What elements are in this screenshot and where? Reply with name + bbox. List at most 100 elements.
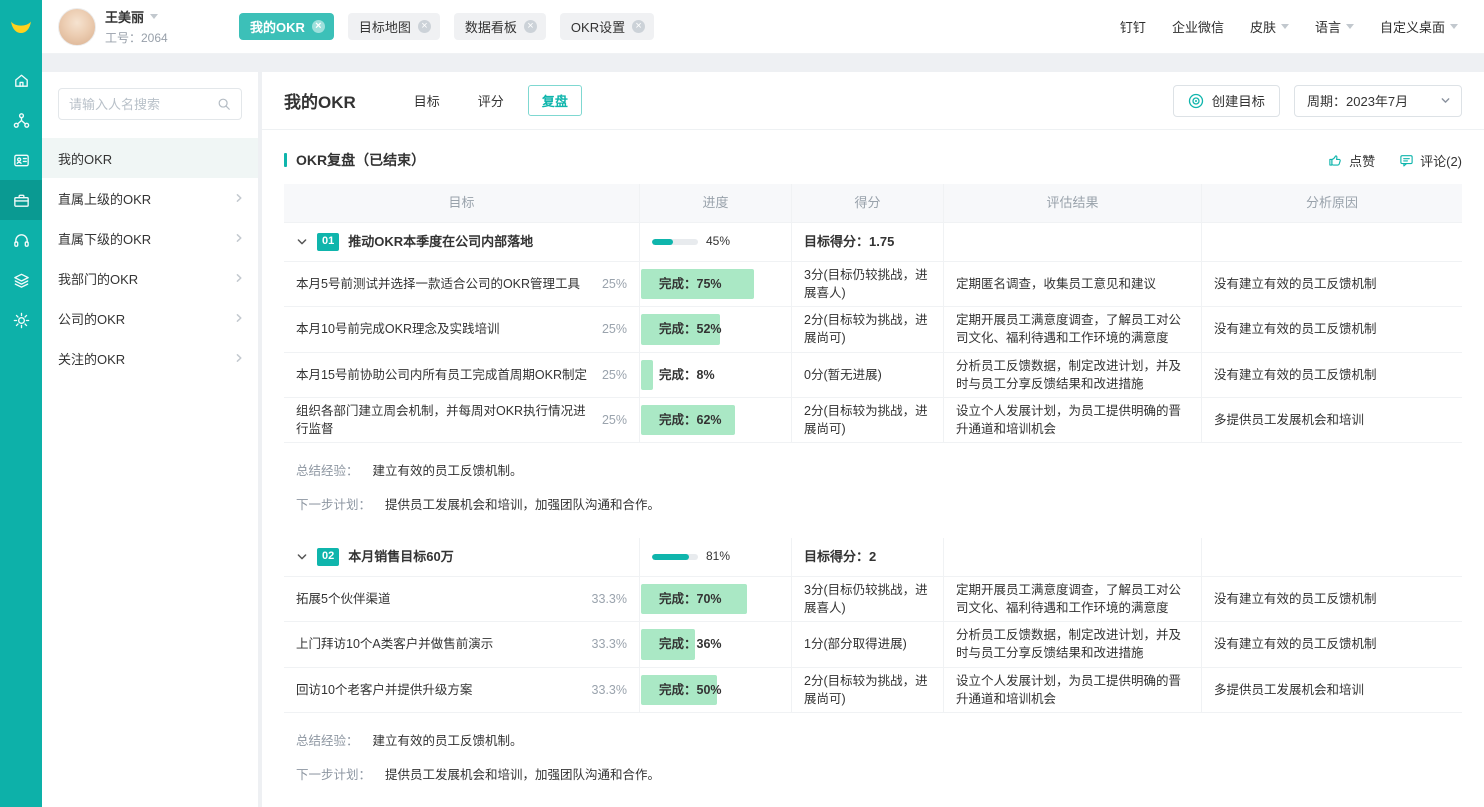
content-header: 我的OKR 目标评分复盘 创建目标 周期：2023年7月 (262, 72, 1484, 130)
workspace-tab[interactable]: OKR设置× (560, 13, 654, 40)
kr-reason: 没有建立有效的员工反馈机制 (1202, 577, 1462, 621)
kr-score: 0分(暂无进展) (792, 353, 944, 397)
kr-title: 本月15号前协助公司内所有员工完成首周期OKR制定 (296, 366, 587, 384)
sidebar-menu: 我的OKR 直属上级的OKR 直属下级的OKR 我部门的OKR 公司的OKR 关注的OKR (42, 138, 258, 378)
user-name: 王美丽 (105, 7, 144, 26)
top-link[interactable]: 自定义桌面 (1380, 17, 1458, 36)
next-plan-label: 下一步计划： (296, 494, 371, 513)
kr-title-cell: 拓展5个伙伴渠道33.3% (284, 577, 640, 621)
empty-cell (1202, 538, 1462, 576)
objective-title: 推动OKR本季度在公司内部落地 (348, 233, 533, 252)
objective-progress-fill (652, 554, 689, 560)
create-objective-button[interactable]: 创建目标 (1173, 85, 1280, 117)
like-button[interactable]: 点赞 (1328, 151, 1375, 170)
top-link[interactable]: 皮肤 (1250, 17, 1289, 36)
collapse-chevron-icon[interactable] (296, 551, 308, 563)
section-title-wrap: OKR复盘（已结束） (284, 150, 1328, 170)
close-icon[interactable]: × (312, 20, 325, 33)
top-link[interactable]: 钉钉 (1120, 17, 1146, 36)
top-link[interactable]: 语言 (1315, 17, 1354, 36)
kr-row: 本月10号前完成OKR理念及实践培训25%完成：52%2分(目标较为挑战，进展尚… (284, 307, 1462, 352)
kr-title: 组织各部门建立周会机制，并每周对OKR执行情况进行监督 (296, 402, 594, 438)
chevron-down-icon (1281, 24, 1289, 29)
rail-item-headset[interactable] (0, 220, 42, 260)
rail-item-gear[interactable] (0, 300, 42, 340)
kr-weight: 25% (602, 275, 627, 293)
next-plan-value: 提供员工发展机会和培训，加强团队沟通和合作。 (385, 764, 660, 783)
comment-button[interactable]: 评论(2) (1399, 151, 1462, 170)
sidebar-item[interactable]: 直属上级的OKR (42, 178, 258, 218)
kr-progress-label: 完成：8% (650, 366, 715, 384)
sidebar-item[interactable]: 直属下级的OKR (42, 218, 258, 258)
kr-evaluation: 设立个人发展计划，为员工提供明确的晋升通道和培训机会 (944, 398, 1202, 442)
kr-score: 3分(目标仍较挑战，进展喜人) (792, 262, 944, 306)
kr-title: 本月10号前完成OKR理念及实践培训 (296, 320, 500, 338)
kr-score: 2分(目标较为挑战，进展尚可) (792, 668, 944, 712)
close-icon[interactable]: × (524, 20, 537, 33)
summary-experience-value: 建立有效的员工反馈机制。 (373, 460, 523, 479)
page-title: 我的OKR (284, 88, 356, 113)
section-title: OKR复盘（已结束） (296, 150, 425, 170)
chevron-down-icon[interactable] (150, 14, 158, 19)
search-input[interactable] (69, 97, 209, 112)
sidebar-item[interactable]: 我的OKR (42, 138, 258, 178)
top-link-label: 企业微信 (1172, 17, 1224, 36)
kr-evaluation: 定期开展员工满意度调查，了解员工对公司文化、福利待遇和工作环境的满意度 (944, 307, 1202, 351)
close-icon[interactable]: × (632, 20, 645, 33)
kr-progress-cell: 完成：8% (640, 353, 792, 397)
sidebar-item-label: 关注的OKR (58, 349, 125, 368)
objective-progress-cell: 45% (640, 223, 792, 261)
kr-row: 本月15号前协助公司内所有员工完成首周期OKR制定25%完成：8%0分(暂无进展… (284, 353, 1462, 398)
collapse-chevron-icon[interactable] (296, 236, 308, 248)
view-tab[interactable]: 复盘 (528, 85, 582, 116)
sidebar-item[interactable]: 我部门的OKR (42, 258, 258, 298)
top-link[interactable]: 企业微信 (1172, 17, 1224, 36)
rail-item-id-card[interactable] (0, 140, 42, 180)
workspace-tab[interactable]: 我的OKR× (239, 13, 334, 40)
sidebar-item[interactable]: 关注的OKR (42, 338, 258, 378)
workspace-tab[interactable]: 目标地图× (348, 13, 440, 40)
sidebar-item[interactable]: 公司的OKR (42, 298, 258, 338)
kr-title-cell: 回访10个老客户并提供升级方案33.3% (284, 668, 640, 712)
kr-score: 2分(目标较为挑战，进展尚可) (792, 307, 944, 351)
top-link-label: 自定义桌面 (1380, 17, 1445, 36)
rail-item-home[interactable] (0, 60, 42, 100)
objective-title: 本月销售目标60万 (348, 548, 453, 567)
home-icon (12, 71, 31, 90)
sidebar-item-label: 我部门的OKR (58, 269, 138, 288)
kr-weight: 25% (602, 411, 627, 429)
view-tab[interactable]: 目标 (400, 85, 454, 116)
kr-score: 2分(目标较为挑战，进展尚可) (792, 398, 944, 442)
next-plan-value: 提供员工发展机会和培训，加强团队沟通和合作。 (385, 494, 660, 513)
workbench-icon (12, 191, 31, 210)
rail-item-layers[interactable] (0, 260, 42, 300)
top-link-label: 钉钉 (1120, 17, 1146, 36)
period-selector[interactable]: 周期：2023年7月 (1294, 85, 1462, 117)
rail-item-org[interactable] (0, 100, 42, 140)
workspace-tab[interactable]: 数据看板× (454, 13, 546, 40)
kr-progress-cell: 完成：36% (640, 622, 792, 666)
kr-row: 拓展5个伙伴渠道33.3%完成：70%3分(目标仍较挑战，进展喜人)定期开展员工… (284, 577, 1462, 622)
kr-evaluation: 分析员工反馈数据，制定改进计划，并及时与员工分享反馈结果和改进措施 (944, 353, 1202, 397)
user-meta: 王美丽 工号：2064 (105, 7, 227, 46)
view-tab[interactable]: 评分 (464, 85, 518, 116)
search-icon[interactable] (217, 97, 231, 111)
sidebar-item-label: 直属上级的OKR (58, 189, 151, 208)
layers-icon (12, 271, 31, 290)
kr-progress-label: 完成：52% (650, 320, 722, 338)
user-avatar[interactable] (58, 8, 96, 46)
kr-reason: 没有建立有效的员工反馈机制 (1202, 262, 1462, 306)
kr-title: 拓展5个伙伴渠道 (296, 590, 390, 608)
kr-weight: 33.3% (592, 635, 627, 653)
kr-reason: 多提供员工发展机会和培训 (1202, 668, 1462, 712)
chevron-right-icon (234, 233, 244, 243)
top-links: 钉钉 企业微信 皮肤 语言 自定义桌面 (1120, 17, 1458, 36)
kr-progress-label: 完成：36% (650, 635, 722, 653)
app-logo[interactable] (8, 0, 34, 54)
rail-item-workbench[interactable] (0, 180, 42, 220)
sidebar-item-label: 我的OKR (58, 149, 112, 168)
kr-title-cell: 组织各部门建立周会机制，并每周对OKR执行情况进行监督 25% (284, 398, 640, 442)
kr-title: 本月5号前测试并选择一款适合公司的OKR管理工具 (296, 275, 580, 293)
objective-summary: 总结经验：建立有效的员工反馈机制。下一步计划：提供员工发展机会和培训，加强团队沟… (284, 713, 1462, 806)
close-icon[interactable]: × (418, 20, 431, 33)
